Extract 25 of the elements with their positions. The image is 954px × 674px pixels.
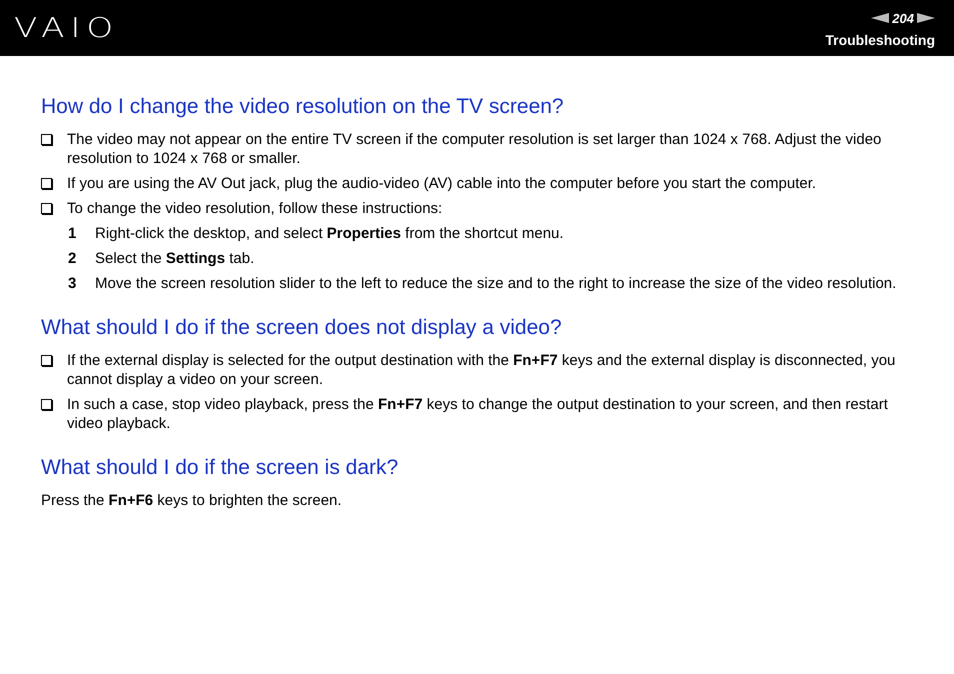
previous-page-icon[interactable] (871, 13, 890, 23)
step-text: Select the Settings tab. (95, 249, 254, 268)
step-text: Right-click the desktop, and select Properties from the shortcut menu. (95, 224, 564, 243)
section-heading: What should I do if the screen is dark? (41, 455, 400, 481)
paragraph: Press the Fn+F6 keys to brighten the screen. (41, 491, 342, 510)
bullet-text: If the external display is selected for the output destination with the Fn+F7 keys and the external display is disconnected, you cannot display a video on your screen. (67, 351, 896, 389)
bullet-icon (41, 134, 52, 145)
bullet-icon (41, 355, 52, 366)
step-number: 3 (68, 274, 78, 293)
bullet-icon (41, 203, 52, 214)
bullet-icon (41, 399, 52, 410)
section-heading: How do I change the video resolution on the TV screen? (41, 94, 565, 120)
step-text: Move the screen resolution slider to the left to reduce the size and to the right to increase the size of the video resolution. (95, 274, 896, 293)
step-number: 2 (68, 249, 78, 268)
bullet-text: To change the video resolution, follow these instructions: (67, 199, 442, 218)
bullet-text: In such a case, stop video playback, press the Fn+F7 keys to change the output destination to your screen, and then restart video playback. (67, 395, 889, 433)
bullet-text: The video may not appear on the entire TV screen if the computer resolution is set larger than 1024 x 768. Adjust the video resolution to 1024 x 768 or smaller. (67, 130, 882, 168)
bullet-text: If you are using the AV Out jack, plug the audio-video (AV) cable into the computer before you start the computer. (67, 174, 816, 193)
step-number: 1 (68, 224, 78, 243)
page-number: 204 (892, 10, 914, 26)
logo: VAIO (14, 12, 120, 44)
section-heading: What should I do if the screen does not display a video? (41, 315, 563, 341)
next-page-icon[interactable] (917, 13, 935, 23)
bullet-icon (41, 178, 52, 189)
section-title: Troubleshooting (825, 32, 935, 48)
